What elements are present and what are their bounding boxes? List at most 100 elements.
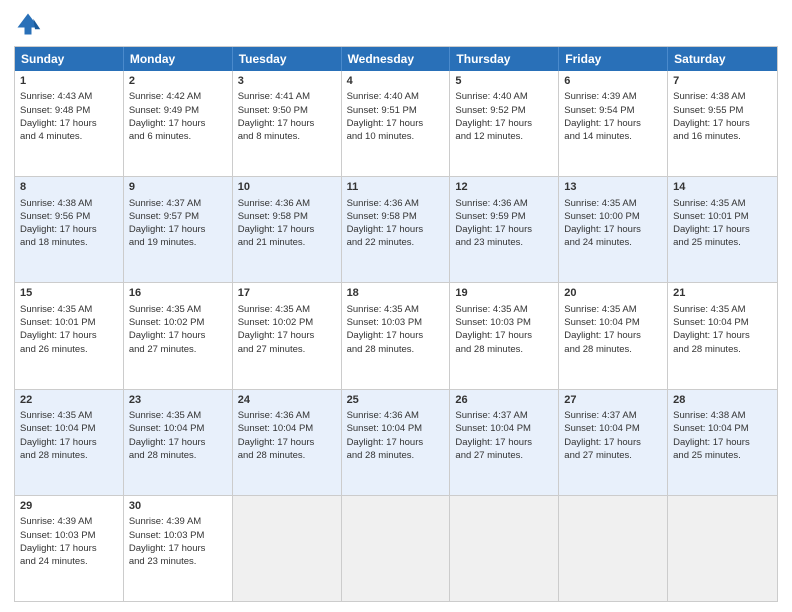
day-info-line: Sunset: 10:04 PM [20,422,118,435]
day-number: 2 [129,74,227,89]
day-info-line: Daylight: 17 hours [238,223,336,236]
day-info-line: Daylight: 17 hours [20,329,118,342]
day-info-line: Sunrise: 4:35 AM [129,303,227,316]
day-number: 29 [20,499,118,514]
day-info-line: Daylight: 17 hours [673,329,772,342]
day-info-line: Daylight: 17 hours [347,329,445,342]
day-number: 28 [673,393,772,408]
header-day-tuesday: Tuesday [233,47,342,71]
day-info-line: and 12 minutes. [455,130,553,143]
day-info-line: and 23 minutes. [455,236,553,249]
header-day-monday: Monday [124,47,233,71]
day-cell-1: 1Sunrise: 4:43 AMSunset: 9:48 PMDaylight… [15,71,124,176]
day-info-line: and 28 minutes. [564,343,662,356]
day-cell-19: 19Sunrise: 4:35 AMSunset: 10:03 PMDaylig… [450,283,559,388]
day-info-line: Daylight: 17 hours [564,329,662,342]
day-info-line: and 16 minutes. [673,130,772,143]
day-cell-3: 3Sunrise: 4:41 AMSunset: 9:50 PMDaylight… [233,71,342,176]
day-number: 27 [564,393,662,408]
day-info-line: Sunrise: 4:35 AM [347,303,445,316]
empty-cell [559,496,668,601]
day-info-line: and 19 minutes. [129,236,227,249]
calendar: SundayMondayTuesdayWednesdayThursdayFrid… [14,46,778,602]
day-info-line: Sunrise: 4:39 AM [129,515,227,528]
day-cell-13: 13 Sunrise: 4:35 AMSunset: 10:00 PMDaylig… [559,177,668,282]
day-info-line: Sunrise: 4:35 AM [20,303,118,316]
day-info-line: Sunset: 10:04 PM [564,422,662,435]
day-cell-30: 30Sunrise: 4:39 AMSunset: 10:03 PMDaylig… [124,496,233,601]
day-info-line: Sunset: 10:04 PM [673,422,772,435]
day-cell-23: 23Sunrise: 4:35 AMSunset: 10:04 PMDaylig… [124,390,233,495]
day-number: 13 [564,180,662,195]
day-cell-18: 18Sunrise: 4:35 AMSunset: 10:03 PMDaylig… [342,283,451,388]
day-info-line: Daylight: 17 hours [20,117,118,130]
day-info-line: and 14 minutes. [564,130,662,143]
day-info-line: Daylight: 17 hours [129,542,227,555]
day-info-line: Sunset: 10:02 PM [238,316,336,329]
day-info-line: Sunrise: 4:37 AM [564,409,662,422]
day-info-line: and 28 minutes. [347,449,445,462]
day-info-line: Daylight: 17 hours [564,223,662,236]
day-info-line: Sunrise: 4:36 AM [238,409,336,422]
header-day-wednesday: Wednesday [342,47,451,71]
day-info-line: Sunrise: 4:36 AM [347,409,445,422]
day-cell-20: 20Sunrise: 4:35 AMSunset: 10:04 PMDaylig… [559,283,668,388]
day-info-line: Sunset: 10:00 PM [564,210,662,223]
calendar-row-3: 15Sunrise: 4:35 AMSunset: 10:01 PMDaylig… [15,282,777,388]
day-info-line: and 27 minutes. [564,449,662,462]
day-number: 10 [238,180,336,195]
day-info-line: Sunrise: 4:36 AM [238,197,336,210]
day-cell-29: 29Sunrise: 4:39 AMSunset: 10:03 PMDaylig… [15,496,124,601]
header [14,10,778,38]
day-info-line: and 26 minutes. [20,343,118,356]
day-info-line: Daylight: 17 hours [129,223,227,236]
day-info-line: and 25 minutes. [673,449,772,462]
day-info-line: and 10 minutes. [347,130,445,143]
day-info-line: Sunset: 9:56 PM [20,210,118,223]
day-info-line: Sunrise: 4:35 AM [564,197,662,210]
day-info-line: Daylight: 17 hours [673,223,772,236]
page: SundayMondayTuesdayWednesdayThursdayFrid… [0,0,792,612]
day-info-line: Sunrise: 4:38 AM [20,197,118,210]
logo [14,10,46,38]
day-info-line: and 28 minutes. [673,343,772,356]
day-info-line: Sunrise: 4:35 AM [129,409,227,422]
header-day-sunday: Sunday [15,47,124,71]
day-info-line: Sunset: 9:48 PM [20,104,118,117]
day-cell-6: 6Sunrise: 4:39 AMSunset: 9:54 PMDaylight… [559,71,668,176]
day-info-line: and 24 minutes. [564,236,662,249]
day-info-line: and 25 minutes. [673,236,772,249]
day-number: 19 [455,286,553,301]
day-info-line: and 6 minutes. [129,130,227,143]
day-info-line: Sunset: 9:49 PM [129,104,227,117]
day-number: 26 [455,393,553,408]
day-number: 16 [129,286,227,301]
calendar-header: SundayMondayTuesdayWednesdayThursdayFrid… [15,47,777,71]
day-cell-17: 17Sunrise: 4:35 AMSunset: 10:02 PMDaylig… [233,283,342,388]
day-info-line: and 22 minutes. [347,236,445,249]
day-number: 21 [673,286,772,301]
day-cell-27: 27Sunrise: 4:37 AMSunset: 10:04 PMDaylig… [559,390,668,495]
day-cell-24: 24Sunrise: 4:36 AMSunset: 10:04 PMDaylig… [233,390,342,495]
day-number: 22 [20,393,118,408]
day-info-line: Sunset: 10:01 PM [673,210,772,223]
calendar-row-2: 8Sunrise: 4:38 AMSunset: 9:56 PMDaylight… [15,176,777,282]
day-cell-21: 21Sunrise: 4:35 AMSunset: 10:04 PMDaylig… [668,283,777,388]
calendar-row-1: 1Sunrise: 4:43 AMSunset: 9:48 PMDaylight… [15,71,777,176]
day-info-line: Daylight: 17 hours [455,223,553,236]
day-info-line: and 27 minutes. [129,343,227,356]
empty-cell [342,496,451,601]
day-cell-7: 7Sunrise: 4:38 AMSunset: 9:55 PMDaylight… [668,71,777,176]
day-info-line: Sunrise: 4:39 AM [20,515,118,528]
day-info-line: Sunrise: 4:38 AM [673,409,772,422]
day-info-line: Sunrise: 4:42 AM [129,90,227,103]
day-info-line: and 8 minutes. [238,130,336,143]
day-info-line: Sunrise: 4:36 AM [455,197,553,210]
day-cell-16: 16Sunrise: 4:35 AMSunset: 10:02 PMDaylig… [124,283,233,388]
day-info-line: and 28 minutes. [347,343,445,356]
day-number: 5 [455,74,553,89]
day-number: 12 [455,180,553,195]
day-cell-4: 4Sunrise: 4:40 AMSunset: 9:51 PMDaylight… [342,71,451,176]
day-info-line: Sunrise: 4:35 AM [238,303,336,316]
day-info-line: Daylight: 17 hours [673,117,772,130]
